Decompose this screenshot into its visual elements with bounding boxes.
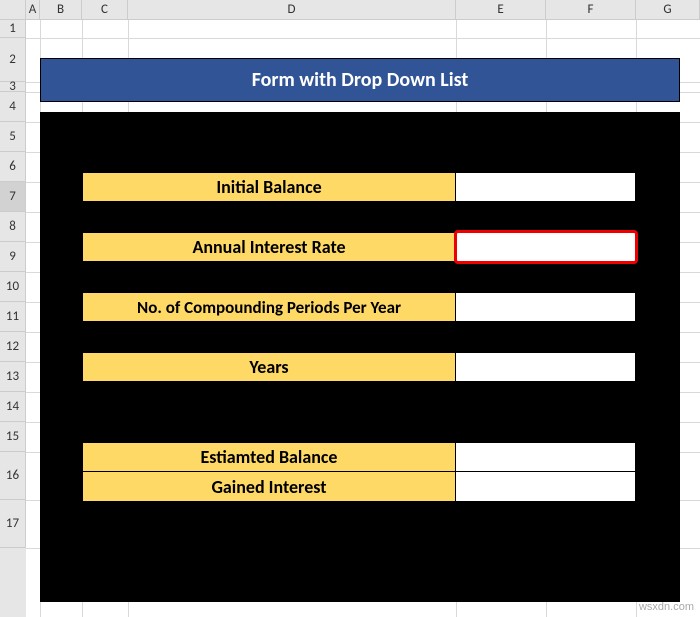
row-header-11[interactable]: 11 (0, 302, 26, 332)
output-gained-interest[interactable] (456, 472, 636, 502)
row-header-12[interactable]: 12 (0, 332, 26, 362)
row-header-2[interactable]: 2 (0, 38, 26, 82)
row-header-13[interactable]: 13 (0, 362, 26, 392)
col-header-D[interactable]: D (128, 0, 456, 20)
select-all-corner[interactable] (0, 0, 26, 20)
label-years: Years (82, 352, 456, 382)
col-header-G[interactable]: G (636, 0, 700, 20)
col-header-F[interactable]: F (546, 0, 636, 20)
label-gained-interest: Gained Interest (82, 472, 456, 502)
input-years[interactable] (456, 352, 636, 382)
row-initial-balance: Initial Balance (82, 172, 636, 202)
row-header-10[interactable]: 10 (0, 272, 26, 302)
spreadsheet: ABCDEFG 1234567891011121314151617 Form w… (0, 0, 700, 617)
col-header-E[interactable]: E (456, 0, 546, 20)
row-header-1[interactable]: 1 (0, 20, 26, 38)
label-initial-balance: Initial Balance (82, 172, 456, 202)
input-annual-rate[interactable] (456, 232, 636, 262)
row-header-15[interactable]: 15 (0, 422, 26, 452)
row-header-16[interactable]: 16 (0, 452, 26, 500)
row-years: Years (82, 352, 636, 382)
grid-area[interactable]: Form with Drop Down List Initial Balance… (26, 20, 700, 617)
col-header-A[interactable]: A (26, 0, 40, 20)
form-title-text: Form with Drop Down List (252, 68, 469, 92)
row-gained-interest: Gained Interest (82, 472, 636, 502)
col-header-B[interactable]: B (40, 0, 82, 20)
row-header-9[interactable]: 9 (0, 242, 26, 272)
row-est-balance: Estiamted Balance (82, 442, 636, 472)
form-title: Form with Drop Down List (40, 58, 680, 102)
row-header-4[interactable]: 4 (0, 92, 26, 122)
row-header-17[interactable]: 17 (0, 500, 26, 548)
row-compounding: No. of Compounding Periods Per Year (82, 292, 636, 322)
row-headers: 1234567891011121314151617 (0, 20, 26, 617)
row-header-3[interactable]: 3 (0, 82, 26, 92)
label-compounding: No. of Compounding Periods Per Year (82, 292, 456, 322)
row-header-14[interactable]: 14 (0, 392, 26, 422)
label-annual-rate: Annual Interest Rate (82, 232, 456, 262)
row-annual-rate: Annual Interest Rate (82, 232, 636, 262)
column-headers: ABCDEFG (26, 0, 700, 20)
col-header-C[interactable]: C (82, 0, 128, 20)
input-initial-balance[interactable] (456, 172, 636, 202)
label-est-balance: Estiamted Balance (82, 442, 456, 472)
row-header-5[interactable]: 5 (0, 122, 26, 152)
row-header-6[interactable]: 6 (0, 152, 26, 182)
input-compounding[interactable] (456, 292, 636, 322)
row-header-7[interactable]: 7 (0, 182, 26, 212)
watermark: wsxdn.com (639, 601, 694, 613)
output-est-balance[interactable] (456, 442, 636, 472)
row-header-8[interactable]: 8 (0, 212, 26, 242)
